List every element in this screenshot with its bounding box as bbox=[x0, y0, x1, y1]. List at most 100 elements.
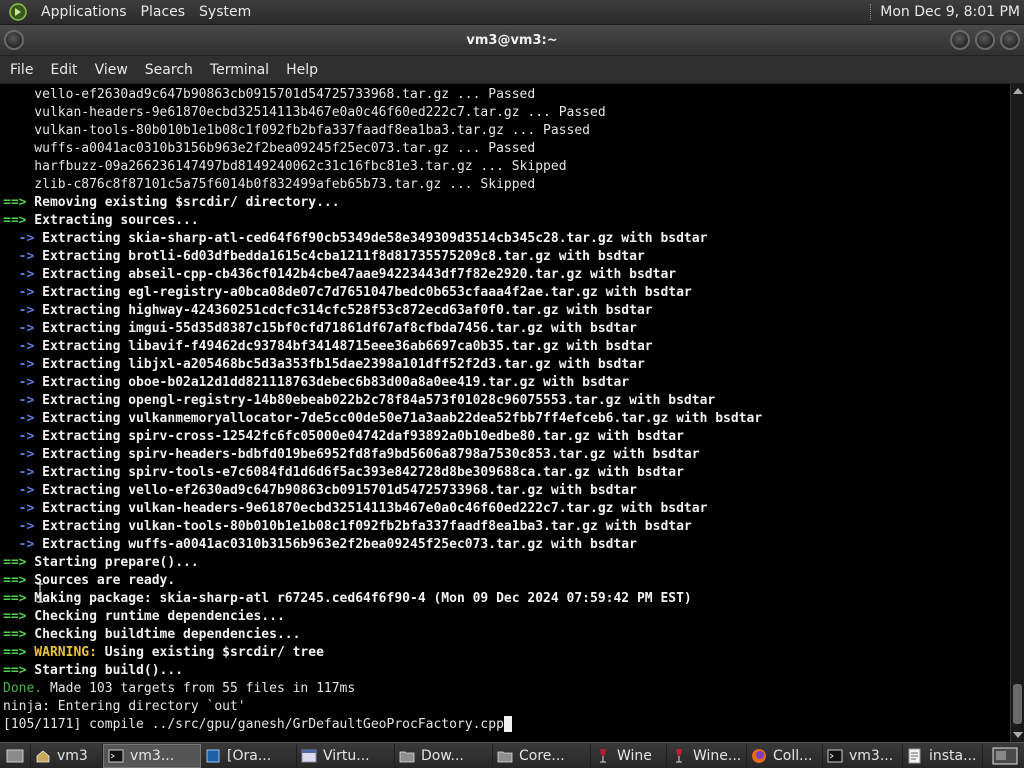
gnome-foot-icon[interactable] bbox=[8, 2, 28, 22]
terminal-line: -> Extracting spirv-tools-e7c6084fd1d6d6… bbox=[3, 464, 1010, 482]
taskbar: vm3 vm3... [Ora... Virtu... Dow... Core... Win… bbox=[0, 742, 1024, 768]
terminal-cursor bbox=[503, 716, 512, 732]
terminal-line: -> Extracting abseil-cpp-cb436cf0142b4cb… bbox=[3, 266, 1010, 284]
window-titlebar[interactable]: vm3@vm3:~ bbox=[0, 25, 1024, 56]
places-menu[interactable]: Places bbox=[134, 4, 193, 20]
line-text: Extracting wuffs-a0041ac0310b3156b963e2f… bbox=[34, 537, 637, 552]
taskbar-item[interactable]: Virtu... bbox=[297, 743, 395, 768]
substep-arrow: -> bbox=[3, 231, 35, 246]
line-text: [105/1171] compile ../src/gpu/ganesh/GrD… bbox=[3, 717, 504, 732]
applications-menu[interactable]: Applications bbox=[34, 4, 134, 20]
terminal-line: [105/1171] compile ../src/gpu/ganesh/GrD… bbox=[3, 716, 1010, 734]
substep-arrow: -> bbox=[3, 411, 35, 426]
line-text: Extracting skia-sharp-atl-ced64f6f90cb53… bbox=[34, 231, 708, 246]
taskbar-item[interactable]: vm3... bbox=[823, 743, 903, 768]
terminal-line: -> Extracting wuffs-a0041ac0310b3156b963… bbox=[3, 536, 1010, 554]
terminal-line: zlib-c876c8f87101c5a75f6014b0f832499afeb… bbox=[3, 176, 1010, 194]
taskbar-item[interactable]: insta... bbox=[903, 743, 983, 768]
terminal-line: -> Extracting skia-sharp-atl-ced64f6f90c… bbox=[3, 230, 1010, 248]
terminal-output[interactable]: vello-ef2630ad9c647b90863cb0915701d54725… bbox=[0, 84, 1010, 742]
substep-arrow: -> bbox=[3, 519, 35, 534]
line-text: Extracting imgui-55d35d8387c15bf0cfd7186… bbox=[34, 321, 637, 336]
substep-arrow: -> bbox=[3, 501, 35, 516]
text-cursor-icon bbox=[37, 583, 43, 603]
line-text: Checking buildtime dependencies... bbox=[26, 627, 301, 642]
substep-arrow: -> bbox=[3, 267, 35, 282]
system-menu[interactable]: System bbox=[192, 4, 258, 20]
line-text: Extracting spirv-tools-e7c6084fd1d6d6f5a… bbox=[34, 465, 684, 480]
terminal-line: wuffs-a0041ac0310b3156b963e2f2bea09245f2… bbox=[3, 140, 1010, 158]
workspace-switcher[interactable] bbox=[986, 744, 1024, 768]
terminal-line: harfbuzz-09a266236147497bd8149240062c31c… bbox=[3, 158, 1010, 176]
close-button[interactable] bbox=[1000, 30, 1020, 50]
step-arrow: ==> bbox=[3, 591, 27, 606]
scroll-up-icon[interactable] bbox=[1013, 88, 1023, 94]
line-text: Extracting oboe-b02a12d1dd821118763debec… bbox=[34, 375, 630, 390]
terminal-line: -> Extracting egl-registry-a0bca08de07c7… bbox=[3, 284, 1010, 302]
terminal-line: -> Extracting libavif-f49462dc93784bf341… bbox=[3, 338, 1010, 356]
taskbar-item-label: [Ora... bbox=[227, 747, 272, 764]
terminal-line: Done. Made 103 targets from 55 files in … bbox=[3, 680, 1010, 698]
line-text: Extracting vulkanmemoryallocator-7de5cc0… bbox=[34, 411, 763, 426]
line-text: Extracting abseil-cpp-cb436cf0142b4cbe47… bbox=[34, 267, 677, 282]
menu-search[interactable]: Search bbox=[138, 62, 200, 78]
step-arrow: ==> bbox=[3, 573, 27, 588]
folder-icon bbox=[497, 748, 513, 764]
taskbar-item[interactable]: vm3 bbox=[31, 743, 103, 768]
substep-arrow: -> bbox=[3, 537, 35, 552]
line-text: Starting prepare()... bbox=[26, 555, 199, 570]
terminal-line: vulkan-tools-80b010b1e1b08c1f092fb2bfa33… bbox=[3, 122, 1010, 140]
line-text: Extracting libavif-f49462dc93784bf341487… bbox=[34, 339, 653, 354]
taskbar-item[interactable]: vm3... bbox=[103, 743, 201, 768]
taskbar-item[interactable]: [Ora... bbox=[201, 743, 297, 768]
wine-icon bbox=[671, 748, 687, 764]
taskbar-item[interactable]: Coll... bbox=[747, 743, 823, 768]
taskbar-item[interactable]: Wine bbox=[591, 743, 667, 768]
substep-arrow: -> bbox=[3, 429, 35, 444]
substep-arrow: -> bbox=[3, 465, 35, 480]
menu-help[interactable]: Help bbox=[279, 62, 325, 78]
taskbar-item-label: vm3... bbox=[130, 747, 175, 764]
menu-terminal[interactable]: Terminal bbox=[203, 62, 276, 78]
line-text: Extracting spirv-headers-bdbfd019be6952f… bbox=[34, 447, 700, 462]
scrollbar-thumb[interactable] bbox=[1013, 684, 1022, 724]
line-text: Extracting vello-ef2630ad9c647b90863cb09… bbox=[34, 483, 637, 498]
menu-edit[interactable]: Edit bbox=[43, 62, 84, 78]
terminal-line: -> Extracting imgui-55d35d8387c15bf0cfd7… bbox=[3, 320, 1010, 338]
substep-arrow: -> bbox=[3, 285, 35, 300]
substep-arrow: -> bbox=[3, 393, 35, 408]
terminal-line: ==> Extracting sources... bbox=[3, 212, 1010, 230]
taskbar-item-label: Core... bbox=[519, 747, 565, 764]
taskbar-item-label: Coll... bbox=[773, 747, 813, 764]
line-text: Made 103 targets from 55 files in 117ms bbox=[42, 681, 356, 696]
terminal-line: -> Extracting spirv-cross-12542fc6fc0500… bbox=[3, 428, 1010, 446]
workspace-icon bbox=[992, 747, 1018, 764]
line-text: Extracting brotli-6d03dfbedda1615c4cba12… bbox=[34, 249, 645, 264]
terminal-line: -> Extracting spirv-headers-bdbfd019be69… bbox=[3, 446, 1010, 464]
scroll-down-icon[interactable] bbox=[1013, 732, 1023, 738]
window-icon bbox=[301, 748, 317, 764]
terminal-line: ninja: Entering directory `out' bbox=[3, 698, 1010, 716]
taskbar-item[interactable]: Dow... bbox=[395, 743, 493, 768]
clock[interactable]: Mon Dec 9, 8:01 PM bbox=[880, 4, 1024, 20]
step-arrow: ==> bbox=[3, 663, 27, 678]
substep-arrow: -> bbox=[3, 249, 35, 264]
menubar: File Edit View Search Terminal Help bbox=[0, 56, 1024, 84]
window-menu-button[interactable] bbox=[4, 30, 24, 50]
line-text: Extracting vulkan-tools-80b010b1e1b08c1f… bbox=[34, 519, 692, 534]
maximize-button[interactable] bbox=[975, 30, 995, 50]
virtualbox-icon bbox=[205, 748, 221, 764]
menu-file[interactable]: File bbox=[3, 62, 40, 78]
taskbar-item[interactable]: Wine... bbox=[667, 743, 747, 768]
substep-arrow: -> bbox=[3, 339, 35, 354]
minimize-button[interactable] bbox=[950, 30, 970, 50]
menu-view[interactable]: View bbox=[88, 62, 135, 78]
line-text: zlib-c876c8f87101c5a75f6014b0f832499afeb… bbox=[3, 177, 536, 192]
terminal-line: ==> Making package: skia-sharp-atl r6724… bbox=[3, 590, 1010, 608]
line-text: Extracting vulkan-headers-9e61870ecbd325… bbox=[34, 501, 708, 516]
taskbar-item[interactable]: Core... bbox=[493, 743, 591, 768]
terminal-scrollbar[interactable] bbox=[1010, 84, 1024, 742]
terminal-icon bbox=[108, 748, 124, 764]
task-list: vm3 vm3... [Ora... Virtu... Dow... Core... Win… bbox=[31, 743, 986, 768]
show-desktop-button[interactable] bbox=[0, 743, 31, 768]
